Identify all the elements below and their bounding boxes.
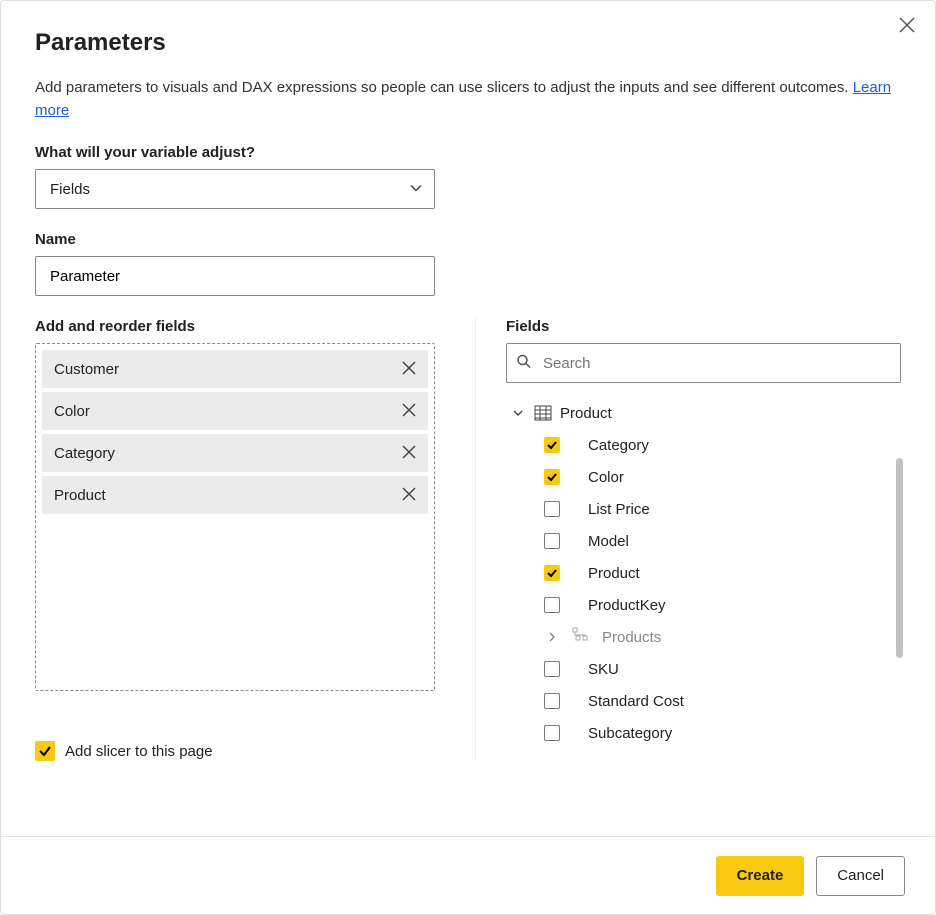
tree-field-label: ProductKey [588, 597, 666, 614]
tree-field-label: Model [588, 533, 629, 550]
create-button[interactable]: Create [716, 856, 805, 896]
tree-field-row[interactable]: Subcategory [506, 717, 893, 742]
reorder-item[interactable]: Color [42, 392, 428, 430]
tree-field-label: Standard Cost [588, 693, 684, 710]
close-button[interactable] [899, 17, 915, 37]
check-icon [546, 471, 558, 483]
tree-field-label: Color [588, 469, 624, 486]
tree-table-row[interactable]: Product [506, 397, 893, 429]
reorder-label: Add and reorder fields [35, 318, 435, 335]
tree-field-label: Products [602, 629, 661, 646]
close-icon [402, 403, 416, 417]
dialog-description: Add parameters to visuals and DAX expres… [35, 77, 901, 122]
variable-adjust-select[interactable]: Fields [35, 169, 435, 209]
check-icon [546, 567, 558, 579]
close-icon [899, 17, 915, 33]
fields-panel-label: Fields [506, 318, 901, 335]
tree-field-row[interactable]: List Price [506, 493, 893, 525]
add-slicer-checkbox[interactable] [35, 741, 55, 761]
fields-tree[interactable]: Product Category Color List Price [506, 397, 901, 742]
tree-field-label: SKU [588, 661, 619, 678]
cancel-button[interactable]: Cancel [816, 856, 905, 896]
remove-field-button[interactable] [402, 443, 416, 464]
tree-field-row[interactable]: SKU [506, 653, 893, 685]
tree-field-label: Category [588, 437, 649, 454]
reorder-item-label: Color [54, 403, 90, 420]
field-checkbox[interactable] [544, 693, 560, 709]
close-icon [402, 487, 416, 501]
variable-adjust-label: What will your variable adjust? [35, 144, 901, 161]
tree-field-row[interactable]: Standard Cost [506, 685, 893, 717]
field-checkbox[interactable] [544, 437, 560, 453]
parameters-dialog: Parameters Add parameters to visuals and… [0, 0, 936, 915]
reorder-item-label: Customer [54, 361, 119, 378]
tree-field-label: Subcategory [588, 725, 672, 742]
tree-field-row[interactable]: Color [506, 461, 893, 493]
tree-hierarchy-row[interactable]: Products [506, 621, 893, 653]
field-checkbox[interactable] [544, 565, 560, 581]
tree-field-label: Product [588, 565, 640, 582]
remove-field-button[interactable] [402, 401, 416, 422]
tree-field-row[interactable]: Model [506, 525, 893, 557]
tree-field-row[interactable]: Category [506, 429, 893, 461]
chevron-right-icon [546, 631, 558, 643]
remove-field-button[interactable] [402, 485, 416, 506]
description-text: Add parameters to visuals and DAX expres… [35, 79, 853, 96]
tree-table-label: Product [560, 405, 612, 422]
reorder-item[interactable]: Customer [42, 350, 428, 388]
field-checkbox[interactable] [544, 661, 560, 677]
chevron-down-icon [512, 407, 524, 419]
check-icon [38, 744, 52, 758]
close-icon [402, 361, 416, 375]
close-icon [402, 445, 416, 459]
field-checkbox[interactable] [544, 501, 560, 517]
dialog-footer: Create Cancel [1, 836, 935, 914]
field-checkbox[interactable] [544, 533, 560, 549]
add-slicer-label: Add slicer to this page [65, 743, 213, 760]
collapse-button[interactable] [510, 407, 526, 419]
name-label: Name [35, 231, 901, 248]
expand-button[interactable] [544, 631, 560, 643]
scrollbar[interactable] [896, 458, 903, 658]
reorder-item-label: Category [54, 445, 115, 462]
field-checkbox[interactable] [544, 597, 560, 613]
reorder-item[interactable]: Product [42, 476, 428, 514]
field-checkbox[interactable] [544, 725, 560, 741]
tree-field-row[interactable]: ProductKey [506, 589, 893, 621]
field-checkbox[interactable] [544, 469, 560, 485]
reorder-item-label: Product [54, 487, 106, 504]
check-icon [546, 439, 558, 451]
search-icon [516, 354, 532, 373]
remove-field-button[interactable] [402, 359, 416, 380]
dialog-title: Parameters [35, 29, 901, 57]
reorder-item[interactable]: Category [42, 434, 428, 472]
tree-field-label: List Price [588, 501, 650, 518]
tree-field-row[interactable]: Product [506, 557, 893, 589]
variable-adjust-value: Fields [50, 181, 90, 198]
fields-search-input[interactable] [506, 343, 901, 383]
name-input[interactable] [35, 256, 435, 296]
table-icon [534, 405, 552, 421]
reorder-fields-box[interactable]: Customer Color Category Product [35, 343, 435, 691]
hierarchy-icon [572, 627, 588, 647]
